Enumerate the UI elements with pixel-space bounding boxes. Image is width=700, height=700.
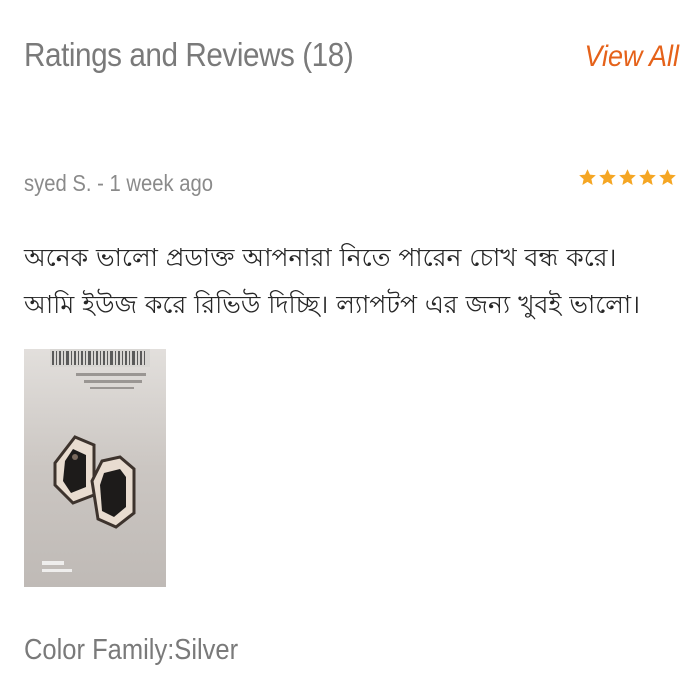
review-text: অনেক ভালো প্রডাক্ত আপনারা নিতে পারেন চোখ… bbox=[24, 243, 641, 319]
star-icon bbox=[659, 169, 676, 185]
color-family-label: Color Family:Silver bbox=[24, 634, 239, 666]
star-icon bbox=[619, 169, 636, 185]
view-all-link[interactable]: View All bbox=[584, 40, 679, 74]
review-photo[interactable] bbox=[24, 349, 166, 587]
reviews-title: Ratings and Reviews (18) bbox=[24, 36, 354, 73]
review-photo-image bbox=[24, 349, 166, 587]
review-author-line: syed S. - 1 week ago bbox=[24, 170, 213, 197]
review-time: 1 week ago bbox=[109, 170, 214, 196]
star-icon bbox=[579, 169, 596, 185]
star-rating bbox=[578, 168, 677, 187]
reviews-header: Ratings and Reviews (18) View All bbox=[24, 36, 679, 86]
review-meta: syed S. - 1 week ago bbox=[24, 168, 679, 204]
star-icon bbox=[599, 169, 616, 185]
reviewer-name: syed S. bbox=[24, 170, 92, 196]
star-icon bbox=[639, 169, 656, 185]
meta-separator: - bbox=[91, 170, 110, 196]
